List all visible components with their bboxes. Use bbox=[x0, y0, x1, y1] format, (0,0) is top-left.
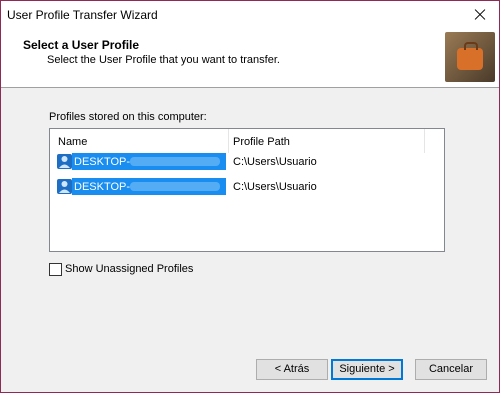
back-button[interactable]: < Atrás bbox=[256, 359, 328, 380]
redaction-blur bbox=[130, 157, 220, 166]
profile-name: DESKTOP- bbox=[74, 181, 131, 193]
list-header: Name Profile Path bbox=[50, 129, 444, 153]
window-title: User Profile Transfer Wizard bbox=[7, 8, 158, 22]
user-profile-icon bbox=[57, 179, 72, 194]
page-title: Select a User Profile bbox=[23, 38, 140, 52]
profile-name: DESKTOP- bbox=[74, 156, 131, 168]
show-unassigned-label[interactable]: Show Unassigned Profiles bbox=[65, 263, 193, 275]
briefcase-icon bbox=[445, 32, 495, 82]
column-header-name[interactable]: Name bbox=[58, 136, 87, 148]
user-profile-icon bbox=[57, 154, 72, 169]
wizard-header: Select a User Profile Select the User Pr… bbox=[1, 29, 499, 88]
cancel-button[interactable]: Cancelar bbox=[415, 359, 487, 380]
column-header-path[interactable]: Profile Path bbox=[233, 136, 290, 148]
close-icon[interactable] bbox=[459, 1, 499, 29]
list-item[interactable]: DESKTOP- C:\Users\Usuario bbox=[54, 178, 440, 196]
profile-name-cell: DESKTOP- bbox=[72, 178, 226, 195]
profile-name-cell: DESKTOP- bbox=[72, 153, 226, 170]
wizard-window: User Profile Transfer Wizard Select a Us… bbox=[0, 0, 500, 393]
profile-path: C:\Users\Usuario bbox=[233, 181, 317, 193]
show-unassigned-checkbox[interactable] bbox=[49, 263, 62, 276]
column-divider[interactable] bbox=[228, 129, 229, 153]
title-bar: User Profile Transfer Wizard bbox=[1, 1, 499, 29]
list-item[interactable]: DESKTOP- C:\Users\Usuario bbox=[54, 153, 440, 171]
page-subtitle: Select the User Profile that you want to… bbox=[47, 54, 280, 66]
profile-path: C:\Users\Usuario bbox=[233, 156, 317, 168]
profiles-label: Profiles stored on this computer: bbox=[49, 111, 207, 123]
column-divider[interactable] bbox=[424, 129, 425, 153]
next-button[interactable]: Siguiente > bbox=[331, 359, 403, 380]
redaction-blur bbox=[130, 182, 220, 191]
profiles-list[interactable]: Name Profile Path DESKTOP- C:\Users\Usua… bbox=[49, 128, 445, 252]
